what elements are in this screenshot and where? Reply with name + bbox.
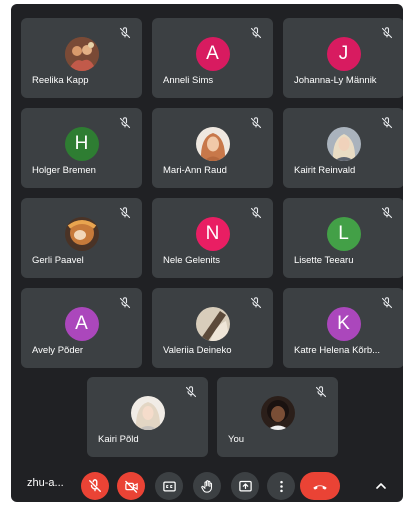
mic-off-icon — [250, 207, 262, 219]
participant-name: Valeriia Deineko — [163, 345, 232, 356]
toggle-mic-button[interactable] — [81, 472, 109, 500]
participant-tile[interactable]: Gerli Paavel — [21, 198, 142, 278]
participant-tile[interactable]: H Holger Bremen — [21, 108, 142, 188]
mic-off-icon — [185, 386, 197, 398]
avatar: H — [64, 127, 99, 161]
avatar — [326, 127, 361, 161]
avatar-initial: N — [205, 223, 220, 244]
participant-name: Mari-Ann Raud — [163, 165, 227, 176]
mic-off-icon — [119, 297, 131, 309]
captions-button[interactable] — [155, 472, 183, 500]
avatar: A — [64, 307, 99, 341]
participant-tile[interactable]: Valeriia Deineko — [152, 288, 273, 368]
mic-off-icon — [119, 117, 131, 129]
avatar-initial: K — [337, 313, 350, 334]
avatar-initial: L — [338, 223, 349, 244]
mic-off-icon — [381, 27, 393, 39]
leave-call-button[interactable] — [300, 472, 340, 500]
avatar — [64, 217, 99, 251]
participant-tile[interactable]: A Avely Põder — [21, 288, 142, 368]
mic-off-icon — [119, 27, 131, 39]
camera-off-icon — [124, 480, 138, 493]
participant-tile[interactable]: A Anneli Sims — [152, 18, 273, 98]
participant-name: Reelika Kapp — [32, 75, 89, 86]
mic-off-icon — [381, 297, 393, 309]
avatar-initial: H — [74, 133, 89, 154]
participant-tile[interactable]: Reelika Kapp — [21, 18, 142, 98]
avatar — [64, 37, 99, 71]
participant-name: Lisette Teearu — [294, 255, 354, 266]
meeting-code[interactable]: zhu-a... — [27, 477, 64, 489]
control-bar: zhu-a... — [11, 466, 403, 502]
avatar-initial: J — [338, 43, 349, 64]
mic-off-icon — [250, 117, 262, 129]
more-vert-icon — [279, 480, 283, 492]
call-end-icon — [313, 485, 327, 490]
avatar: N — [195, 217, 230, 251]
chevron-up-icon[interactable] — [373, 478, 389, 494]
present-icon — [238, 480, 252, 491]
mic-off-icon — [315, 386, 327, 398]
meeting-window: Reelika Kapp A Anneli Sims J Johanna-Ly … — [11, 4, 403, 502]
participant-name: Avely Põder — [32, 345, 84, 356]
avatar: L — [326, 217, 361, 251]
participant-tile[interactable]: L Lisette Teearu — [283, 198, 403, 278]
avatar — [260, 396, 295, 430]
avatar — [130, 396, 165, 430]
participant-tile[interactable]: Mari-Ann Raud — [152, 108, 273, 188]
participant-name: Anneli Sims — [163, 75, 214, 86]
participant-tile[interactable]: You — [217, 377, 338, 457]
participant-tile[interactable]: J Johanna-Ly Männik — [283, 18, 403, 98]
participant-name: Holger Bremen — [32, 165, 96, 176]
participant-tile[interactable]: Kairit Reinvald — [283, 108, 403, 188]
present-button[interactable] — [231, 472, 259, 500]
more-options-button[interactable] — [267, 472, 295, 500]
avatar: A — [195, 37, 230, 71]
mic-off-icon — [250, 27, 262, 39]
mic-off-icon — [89, 479, 101, 492]
avatar: K — [326, 307, 361, 341]
raise-hand-button[interactable] — [193, 472, 221, 500]
avatar — [195, 127, 230, 161]
participant-name: You — [228, 434, 245, 445]
captions-icon — [162, 481, 176, 491]
avatar-initial: A — [206, 43, 219, 64]
participant-name: Kairi Põld — [98, 434, 139, 445]
avatar: J — [326, 37, 361, 71]
participant-name: Gerli Paavel — [32, 255, 84, 266]
hand-icon — [200, 479, 212, 493]
avatar-initial: A — [75, 313, 88, 334]
participant-name: Nele Gelenits — [163, 255, 221, 266]
participant-name: Kairit Reinvald — [294, 165, 356, 176]
participant-tile[interactable]: N Nele Gelenits — [152, 198, 273, 278]
participant-name: Katre Helena Kõrb... — [294, 345, 381, 356]
avatar — [195, 307, 230, 341]
participant-tile[interactable]: Kairi Põld — [87, 377, 208, 457]
mic-off-icon — [381, 207, 393, 219]
mic-off-icon — [119, 207, 131, 219]
participant-name: Johanna-Ly Männik — [294, 75, 377, 86]
participant-tile[interactable]: K Katre Helena Kõrb... — [283, 288, 403, 368]
mic-off-icon — [381, 117, 393, 129]
toggle-camera-button[interactable] — [117, 472, 145, 500]
mic-off-icon — [250, 297, 262, 309]
